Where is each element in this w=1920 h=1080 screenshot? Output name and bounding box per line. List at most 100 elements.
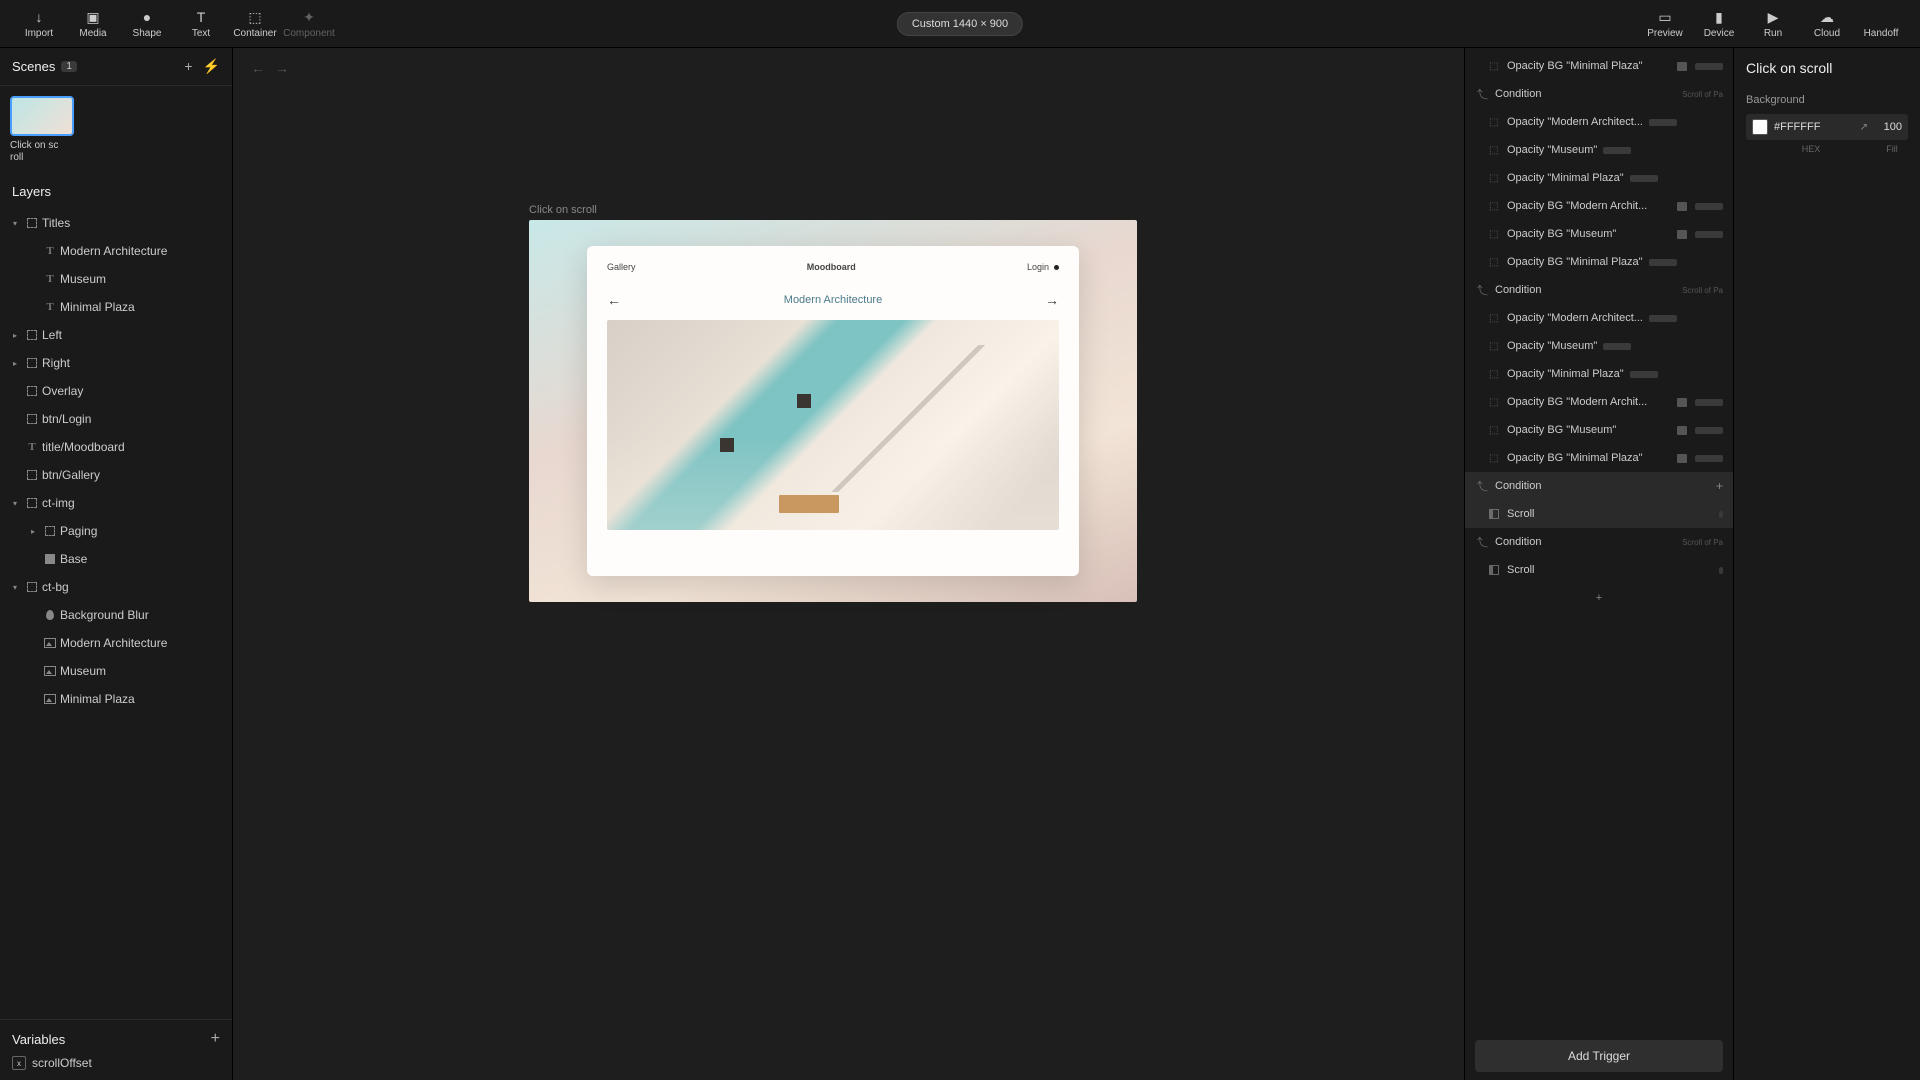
action-row[interactable]: Opacity "Minimal Plaza" (1465, 360, 1733, 388)
expand-arrow-icon[interactable]: ▾ (8, 583, 22, 592)
layer-row[interactable]: Base (0, 545, 232, 573)
action-row[interactable]: Opacity BG "Modern Archit... (1465, 192, 1733, 220)
media-tool[interactable]: ▣Media (66, 1, 120, 47)
expand-arrow-icon[interactable]: ▾ (8, 219, 22, 228)
action-row[interactable]: Opacity BG "Museum" (1465, 416, 1733, 444)
canvas-size-pill[interactable]: Custom 1440 × 900 (897, 12, 1023, 36)
action-row[interactable]: Scroll (1465, 500, 1733, 528)
media-icon: ▣ (84, 8, 102, 26)
action-label: Opacity BG "Minimal Plaza" (1507, 452, 1643, 464)
action-label: Opacity "Museum" (1507, 340, 1597, 352)
shape-tool[interactable]: ●Shape (120, 1, 174, 47)
layer-row[interactable]: TMuseum (0, 265, 232, 293)
link-icon[interactable]: ↗ (1860, 122, 1868, 133)
layer-row[interactable]: TMinimal Plaza (0, 293, 232, 321)
text-tool[interactable]: T Text (174, 1, 228, 47)
action-row[interactable]: Opacity BG "Minimal Plaza" (1465, 248, 1733, 276)
expand-arrow-icon[interactable]: ▸ (8, 359, 22, 368)
opacity-value[interactable]: 100 (1874, 121, 1902, 133)
layer-label: Minimal Plaza (60, 300, 135, 314)
cloud-tool[interactable]: ☁Cloud (1800, 1, 1854, 47)
container-tool[interactable]: ⬚Container (228, 1, 282, 47)
handoff-tool[interactable]: Handoff (1854, 1, 1908, 47)
layer-type-icon (22, 498, 42, 508)
text-icon: T (192, 8, 210, 26)
preview-tool[interactable]: ▭Preview (1638, 1, 1692, 47)
action-label: Scroll (1507, 508, 1535, 520)
fill-sublabel: Fill (1876, 144, 1908, 154)
component-tool[interactable]: ✦Component (282, 1, 336, 47)
device-icon: ▮ (1710, 8, 1728, 26)
action-label: Condition (1495, 88, 1541, 100)
add-action-icon[interactable]: + (1716, 479, 1723, 493)
action-row[interactable]: Opacity "Modern Architect... (1465, 108, 1733, 136)
variable-row[interactable]: x scrollOffset (12, 1056, 220, 1070)
nav-back-icon[interactable]: ← (251, 60, 265, 76)
canvas-area[interactable]: ← → Click on scroll Gallery Moodboard Lo… (233, 48, 1464, 1080)
action-row[interactable]: Opacity BG "Minimal Plaza" (1465, 52, 1733, 80)
login-button[interactable]: Login (1027, 262, 1059, 272)
tool-group-left: ↓Import▣Media●Shape T Text ⬚Container✦Compo… (12, 1, 336, 47)
action-row[interactable]: Opacity BG "Minimal Plaza" (1465, 444, 1733, 472)
layer-row[interactable]: Modern Architecture (0, 629, 232, 657)
add-trigger-button[interactable]: Add Trigger (1475, 1040, 1723, 1072)
layer-row[interactable]: TModern Architecture (0, 237, 232, 265)
action-row[interactable]: Opacity BG "Modern Archit... (1465, 388, 1733, 416)
action-row[interactable]: Opacity "Minimal Plaza" (1465, 164, 1733, 192)
condition-row[interactable]: ConditionScroll of Pa (1465, 276, 1733, 304)
layer-row[interactable]: ▾Titles (0, 209, 232, 237)
check-icon (1487, 255, 1501, 269)
layer-row[interactable]: ▸Right (0, 349, 232, 377)
mini-bar-icon (1630, 175, 1658, 182)
condition-row[interactable]: ConditionScroll of Pa (1465, 528, 1733, 556)
expand-arrow-icon[interactable]: ▸ (8, 331, 22, 340)
add-variable-icon[interactable]: + (211, 1030, 220, 1048)
scene-bolt-icon[interactable]: ⚡ (203, 58, 220, 75)
layer-row[interactable]: Ttitle/Moodboard (0, 433, 232, 461)
hex-value[interactable]: #FFFFFF (1774, 121, 1854, 133)
layer-type-icon (22, 582, 42, 592)
nav-forward-icon[interactable]: → (275, 60, 289, 76)
tool-label: Cloud (1814, 28, 1840, 39)
prev-arrow-icon[interactable]: ← (607, 292, 621, 308)
layer-row[interactable]: Overlay (0, 377, 232, 405)
condition-row[interactable]: ConditionScroll of Pa (1465, 80, 1733, 108)
tool-label: Text (192, 28, 210, 39)
layer-row[interactable]: Background Blur (0, 601, 232, 629)
layer-row[interactable]: ▸Paging (0, 517, 232, 545)
expand-arrow-icon[interactable]: ▾ (8, 499, 22, 508)
device-tool[interactable]: ▮Device (1692, 1, 1746, 47)
action-row[interactable]: Opacity "Museum" (1465, 332, 1733, 360)
inspector-panel: Click on scroll Background #FFFFFF ↗ 100… (1734, 48, 1920, 1080)
layer-row[interactable]: ▾ct-bg (0, 573, 232, 601)
add-action-row[interactable]: + (1465, 584, 1733, 612)
background-row[interactable]: #FFFFFF ↗ 100 (1746, 114, 1908, 140)
action-label: Opacity BG "Minimal Plaza" (1507, 256, 1643, 268)
layer-row[interactable]: btn/Gallery (0, 461, 232, 489)
layer-row[interactable]: Minimal Plaza (0, 685, 232, 713)
action-tag: Scroll of Pa (1682, 538, 1723, 547)
gallery-link[interactable]: Gallery (607, 262, 636, 272)
action-row[interactable]: Opacity BG "Museum" (1465, 220, 1733, 248)
add-scene-icon[interactable]: + (184, 58, 192, 75)
action-label: Opacity "Minimal Plaza" (1507, 172, 1624, 184)
scene-thumb[interactable]: Click on sc roll (10, 96, 74, 164)
action-row[interactable]: Opacity "Museum" (1465, 136, 1733, 164)
layer-row[interactable]: Museum (0, 657, 232, 685)
action-row[interactable]: Opacity "Modern Architect... (1465, 304, 1733, 332)
background-label: Background (1746, 94, 1908, 106)
condition-row[interactable]: Condition+ (1465, 472, 1733, 500)
artboard[interactable]: Gallery Moodboard Login ← Modern Archite… (529, 220, 1137, 602)
scene-thumb-image (10, 96, 74, 136)
layer-row[interactable]: btn/Login (0, 405, 232, 433)
next-arrow-icon[interactable]: → (1045, 292, 1059, 308)
run-tool[interactable]: ▶Run (1746, 1, 1800, 47)
layer-row[interactable]: ▸Left (0, 321, 232, 349)
layer-row[interactable]: ▾ct-img (0, 489, 232, 517)
action-row[interactable]: Scroll (1465, 556, 1733, 584)
color-swatch[interactable] (1752, 119, 1768, 135)
layer-type-icon: T (22, 441, 42, 453)
expand-arrow-icon[interactable]: ▸ (26, 527, 40, 536)
artboard-label[interactable]: Click on scroll (529, 204, 597, 216)
import-tool[interactable]: ↓Import (12, 1, 66, 47)
